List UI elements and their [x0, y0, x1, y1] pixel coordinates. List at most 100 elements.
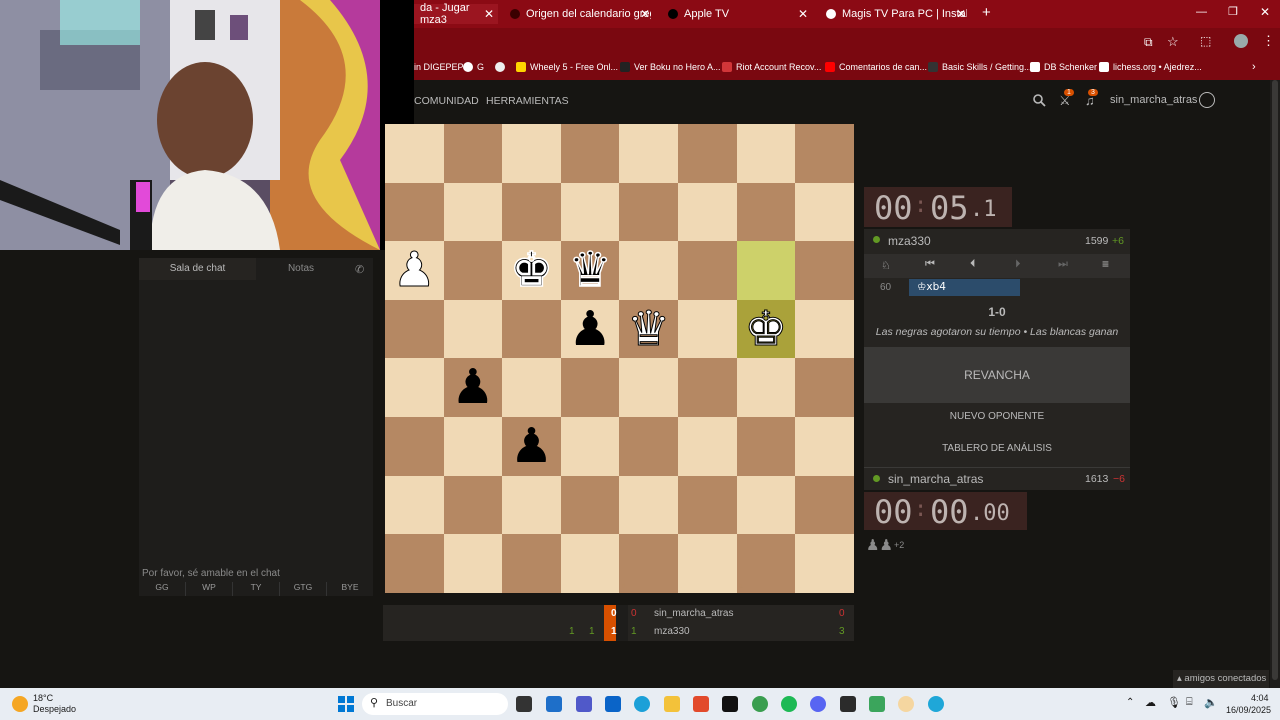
bookmark[interactable]: Comentarios de can... — [825, 62, 927, 72]
menu-icon[interactable]: ⋮ — [1262, 33, 1275, 49]
chrome-icon[interactable] — [752, 696, 768, 712]
board-square[interactable] — [619, 534, 678, 593]
board-square[interactable] — [678, 299, 737, 359]
outlook-icon[interactable] — [605, 696, 621, 712]
board-square[interactable] — [736, 182, 796, 242]
profile-avatar[interactable] — [1234, 34, 1248, 48]
board-square[interactable] — [678, 358, 737, 417]
board-square[interactable] — [619, 241, 678, 300]
clock-time[interactable]: 4:04 — [1251, 693, 1269, 703]
board-square[interactable] — [795, 534, 854, 593]
bookmark[interactable]: Basic Skills / Getting... — [928, 62, 1032, 72]
board-square[interactable] — [678, 124, 737, 183]
board-square[interactable] — [736, 241, 796, 300]
bookmark[interactable]: lichess.org • Ajedrez... — [1099, 62, 1202, 72]
teams-icon[interactable] — [576, 696, 592, 712]
board-square[interactable] — [678, 182, 737, 242]
board-square[interactable] — [443, 534, 503, 593]
discord-icon[interactable] — [810, 696, 826, 712]
board-square[interactable] — [736, 124, 796, 183]
piece-white-queen[interactable]: ♛ — [619, 300, 678, 358]
piece-black-pawn[interactable]: ♟ — [561, 300, 620, 358]
first-move-icon[interactable]: ⏮ — [925, 258, 935, 271]
piece-black-pawn[interactable]: ♟ — [444, 358, 503, 416]
piece-black-pawn[interactable]: ♟ — [502, 417, 561, 475]
tray-chevron-icon[interactable]: ⌃ — [1126, 697, 1134, 708]
top-player-name[interactable]: mza330 — [888, 234, 931, 248]
preset-wp[interactable]: WP — [186, 582, 233, 596]
bookmark[interactable]: Wheely 5 - Free Onl... — [516, 62, 618, 72]
crosstable-player[interactable]: mza330 — [654, 626, 690, 637]
tab-magis[interactable]: Magis TV Para PC | Instalar Mag ✕ — [820, 4, 970, 24]
tab-appletv[interactable]: Apple TV ✕ — [662, 4, 812, 24]
star-icon[interactable]: ☆ — [1167, 34, 1179, 50]
board-square[interactable] — [795, 417, 854, 476]
board-square[interactable] — [443, 475, 503, 535]
board-square[interactable] — [678, 417, 737, 476]
board-square[interactable] — [560, 182, 620, 242]
new-tab-button[interactable]: + — [982, 4, 991, 21]
volume-icon[interactable]: 🔈 — [1204, 696, 1218, 709]
file-explorer-icon[interactable] — [664, 696, 680, 712]
board-square[interactable] — [736, 417, 796, 476]
board-square[interactable] — [502, 475, 561, 535]
close-tab-icon[interactable]: ✕ — [956, 7, 966, 21]
menu-icon[interactable]: ≡ — [1102, 257, 1109, 271]
preset-ty[interactable]: TY — [233, 582, 280, 596]
whatsapp-icon[interactable] — [869, 696, 885, 712]
chessboard[interactable]: ♟ ♚ ♛ ♟ ♛ ♚ ♟ ♟ 1 2 3 4 5 6 7 8 h g f e d c b a — [385, 124, 854, 593]
weather-icon[interactable] — [12, 696, 28, 712]
board-square[interactable] — [560, 358, 620, 417]
board-square[interactable] — [619, 417, 678, 476]
tab-notes[interactable]: Notas — [256, 258, 346, 280]
bookmarks-more-icon[interactable]: › — [1252, 61, 1256, 73]
user-icon[interactable] — [1199, 92, 1215, 108]
cloud-icon[interactable]: ☁ — [1145, 696, 1156, 709]
board-square[interactable] — [795, 475, 854, 535]
board-square[interactable] — [795, 299, 854, 359]
piece-black-queen[interactable]: ♛ — [561, 241, 620, 299]
page-scrollbar[interactable] — [1270, 80, 1280, 688]
crosstable-player[interactable]: sin_marcha_atras — [654, 608, 733, 619]
piece-white-pawn[interactable]: ♟ — [385, 241, 444, 299]
board-square[interactable] — [502, 358, 561, 417]
phone-icon[interactable]: ✆ — [355, 263, 364, 276]
board-square[interactable] — [385, 417, 444, 476]
kick-icon[interactable] — [928, 696, 944, 712]
board-square[interactable] — [502, 299, 561, 359]
prev-move-icon[interactable]: ⏴ — [970, 258, 976, 271]
board-square[interactable] — [619, 358, 678, 417]
brave-icon[interactable] — [693, 696, 709, 712]
tab-lichess[interactable]: da - Jugar mza3 ✕ — [414, 2, 498, 26]
board-square[interactable] — [443, 124, 503, 183]
close-tab-icon[interactable]: ✕ — [640, 7, 650, 21]
new-opponent-button[interactable]: NUEVO OPONENTE — [864, 411, 1130, 422]
bookmark[interactable]: G — [463, 62, 484, 72]
board-square[interactable] — [736, 475, 796, 535]
extensions-icon[interactable]: ⬚ — [1200, 34, 1211, 48]
analysis-button[interactable]: TABLERO DE ANÁLISIS — [864, 443, 1130, 454]
user-menu[interactable]: sin_marcha_atras — [1110, 94, 1197, 106]
bottom-player-name[interactable]: sin_marcha_atras — [888, 472, 983, 486]
chat-input[interactable]: Por favor, sé amable en el chat — [139, 566, 373, 582]
tiktok-icon[interactable] — [722, 696, 738, 712]
nav-comunidad[interactable]: COMUNIDAD — [414, 95, 479, 107]
board-square[interactable] — [385, 358, 444, 417]
bookmark[interactable]: in DIGEPEP — [414, 62, 464, 72]
clock-date[interactable]: 16/09/2025 — [1226, 705, 1271, 715]
board-square[interactable] — [795, 124, 854, 183]
windows-start-icon[interactable] — [338, 696, 354, 712]
tab-chat[interactable]: Sala de chat — [139, 258, 256, 280]
board-square[interactable] — [385, 534, 444, 593]
cast-icon[interactable]: ⧉ — [1144, 35, 1153, 50]
flip-board-icon[interactable]: ♘ — [881, 259, 891, 272]
board-square[interactable] — [443, 241, 503, 300]
board-square[interactable] — [736, 534, 796, 593]
scrollbar-thumb[interactable] — [1272, 80, 1278, 680]
last-move-icon[interactable]: ⏭ — [1058, 258, 1068, 271]
board-square[interactable] — [385, 475, 444, 535]
spotify-icon[interactable] — [781, 696, 797, 712]
bookmark[interactable] — [495, 62, 509, 72]
bookmark[interactable]: DB Schenker — [1030, 62, 1097, 72]
board-square[interactable] — [502, 182, 561, 242]
